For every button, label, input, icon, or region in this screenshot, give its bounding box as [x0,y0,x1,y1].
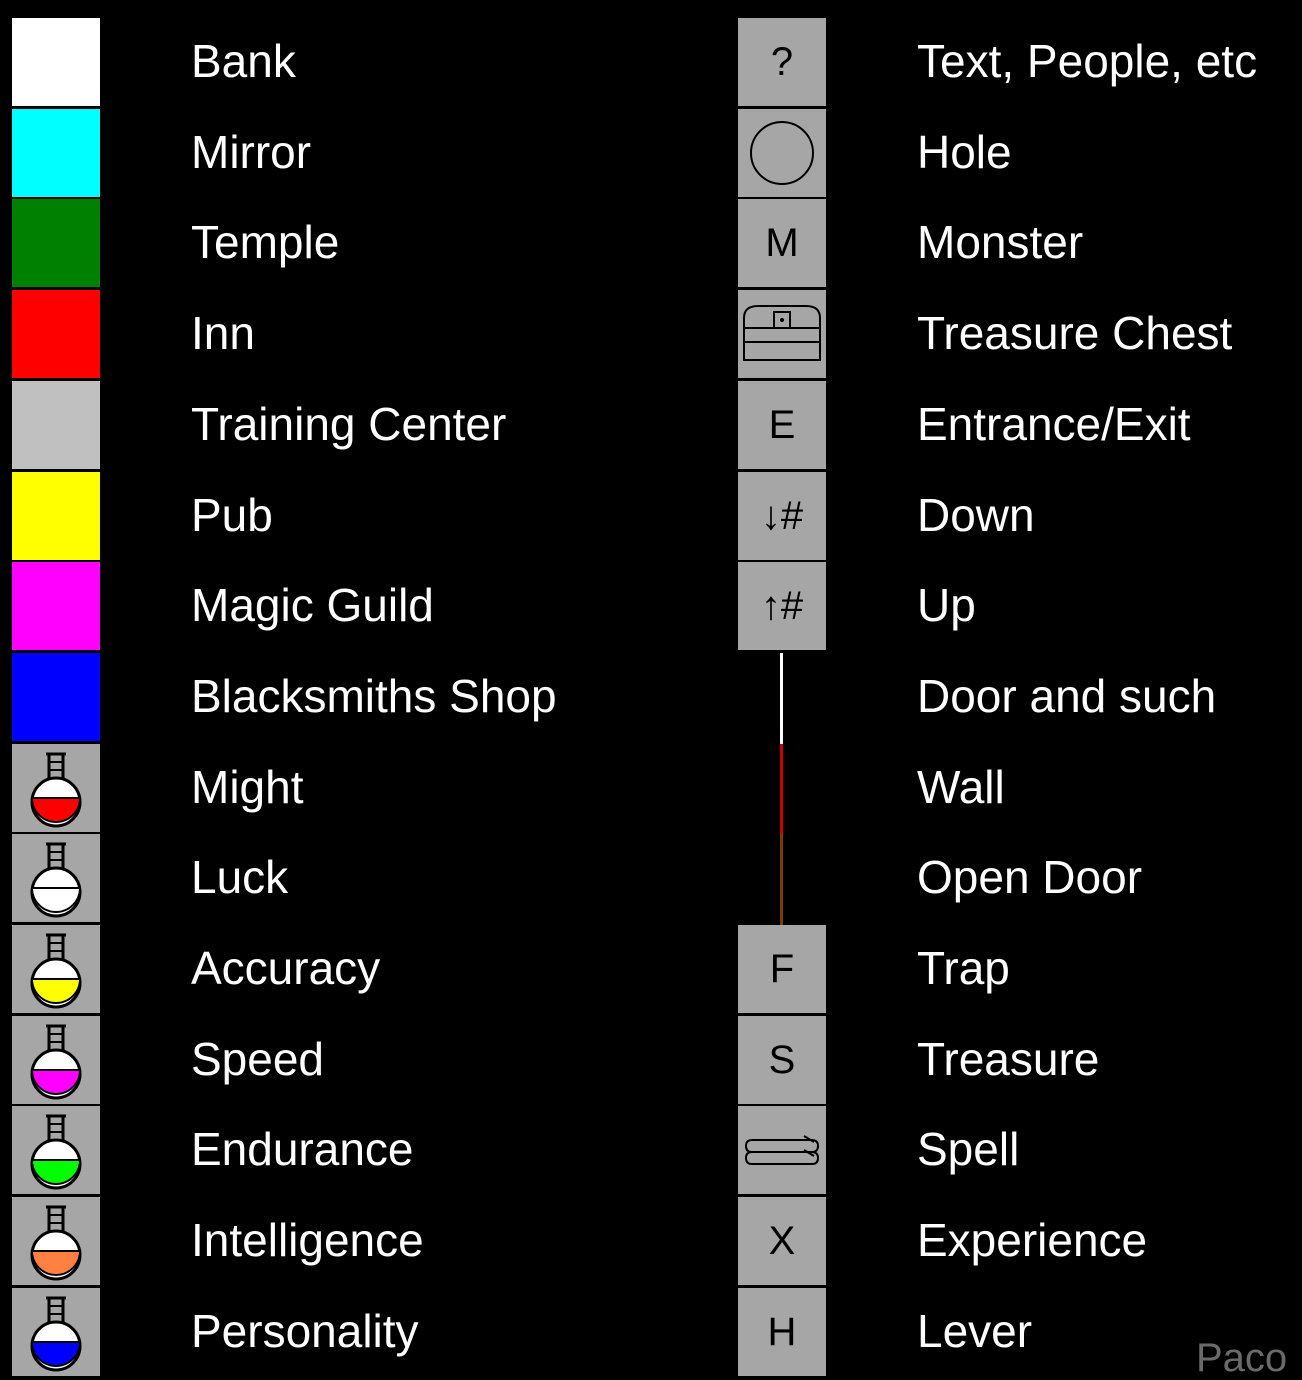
lever-letter-icon: H [738,1287,826,1376]
legend-item-experience: X Experience [0,1197,1302,1288]
legend-item-text-people-etc: ? Text, People, etc [0,18,1302,109]
legend-item-open-door: Open Door [0,834,1302,926]
treasure-letter-icon: S [738,1015,826,1104]
legend-label: Experience [917,1214,1148,1267]
legend-item-down: ↓# Down [0,471,1302,563]
hole-circle-icon [738,108,826,197]
legend-label: Trap [917,942,1010,994]
legend-item-treasure: S Treasure [0,1015,1302,1107]
watermark-text: Paco [1196,1336,1288,1380]
legend-item-trap: F Trap [0,925,1302,1016]
trap-letter-icon: F [738,925,826,1013]
door-line-icon [780,652,783,744]
legend-label: Door and such [917,669,1217,722]
legend-item-spell: Spell [0,1106,1302,1197]
open-door-line-icon [780,834,783,926]
legend-item-lever: H Lever [0,1287,1302,1379]
wall-line-icon [780,743,783,835]
spell-scroll-icon [738,1106,826,1195]
up-arrow-icon: ↑# [738,562,826,651]
legend-item-treasure-chest: Treasure Chest [0,290,1302,381]
legend-label: Text, People, etc [917,35,1258,87]
legend-item-entrance-exit: E Entrance/Exit [0,380,1302,472]
legend-item-up: ↑# Up [0,562,1302,653]
legend-label: Lever [917,1304,1033,1357]
legend-item-door-and-such: Door and such [0,652,1302,744]
legend-label: Monster [917,216,1084,269]
legend-label: Treasure [917,1032,1100,1085]
entrance-letter-icon: E [738,380,826,469]
legend-label: Down [917,488,1035,541]
legend-label: Up [917,579,976,632]
legend-label: Hole [917,125,1012,178]
legend-item-monster: M Monster [0,199,1302,290]
legend-label: Entrance/Exit [917,397,1191,450]
legend-item-hole: Hole [0,108,1302,200]
monster-letter-icon: M [738,199,826,288]
question-mark-icon: ? [738,18,826,106]
experience-letter-icon: X [738,1197,826,1286]
legend-label: Open Door [917,851,1143,904]
treasure-chest-icon [738,290,826,379]
legend-label: Spell [917,1123,1020,1176]
down-arrow-icon: ↓# [738,471,826,560]
legend-item-wall: Wall [0,743,1302,835]
legend-label: Wall [917,760,1005,813]
legend-label: Treasure Chest [917,307,1233,360]
